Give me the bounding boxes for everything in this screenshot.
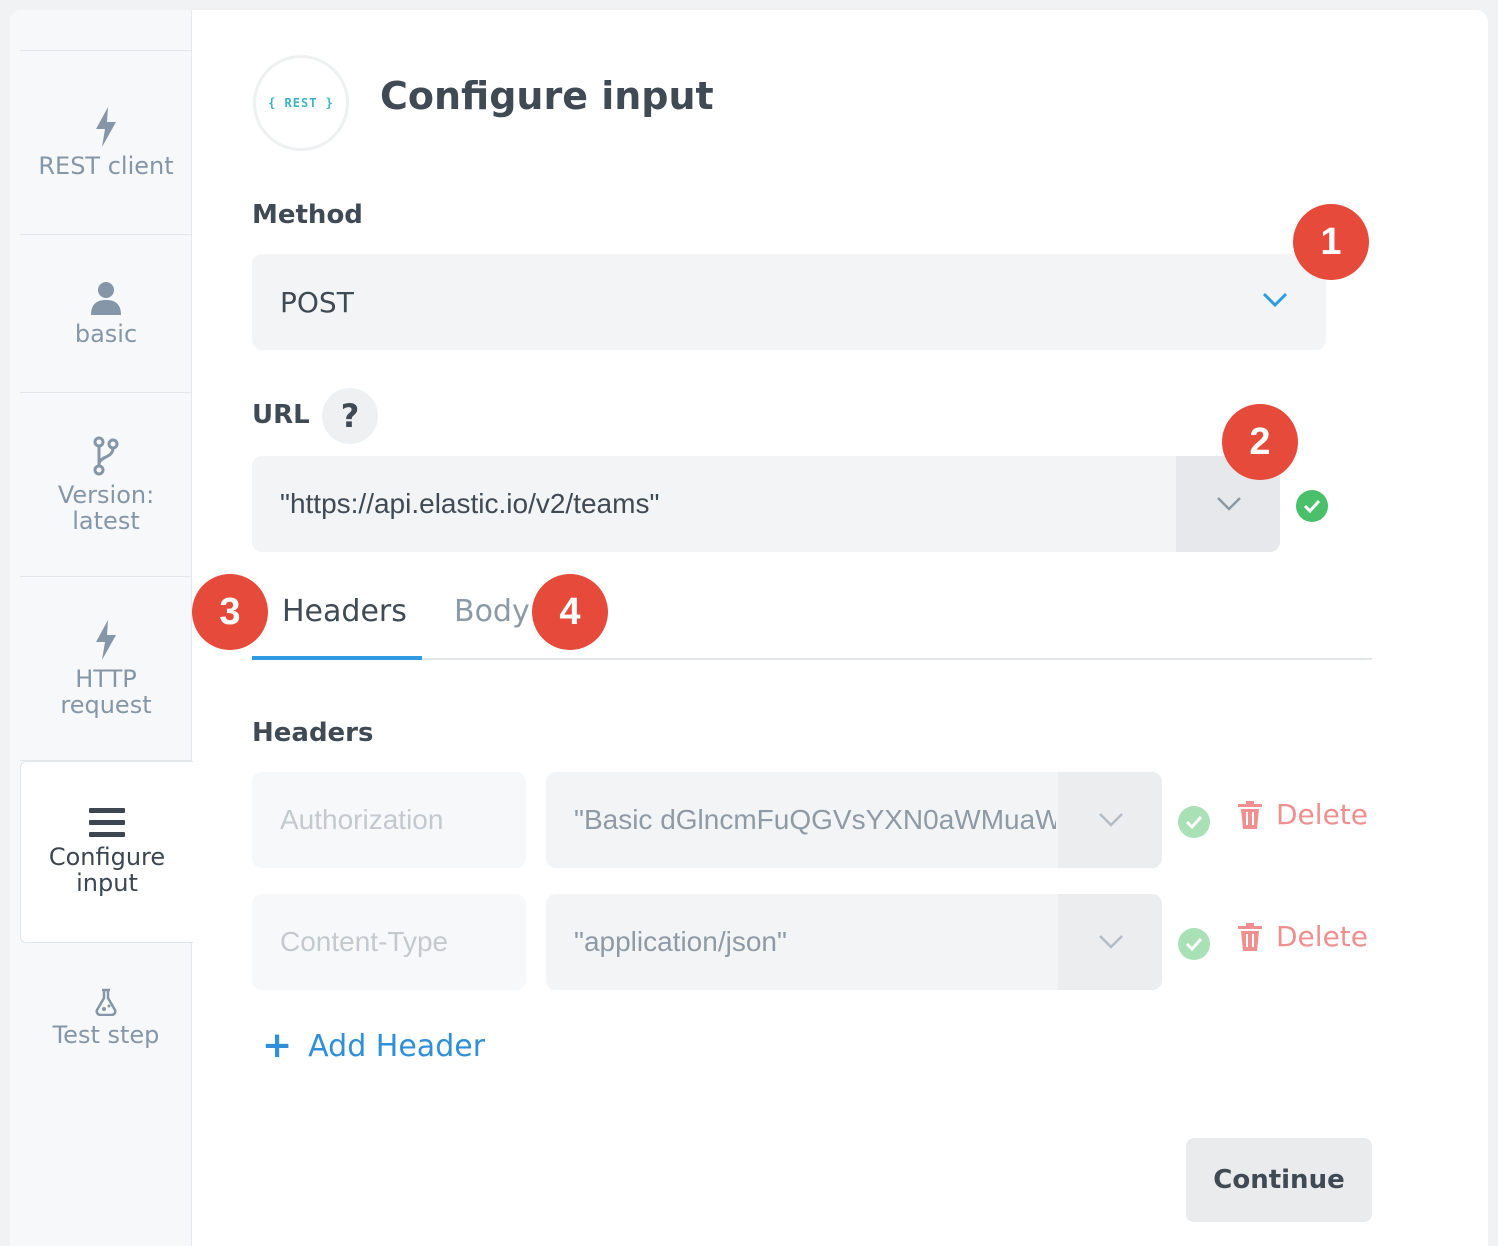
url-value: "https://api.elastic.io/v2/teams" [280,488,660,519]
sidebar-item-label: Version: latest [57,480,155,535]
trash-icon [1238,800,1262,829]
add-header-label: Add Header [308,1028,486,1064]
header-value-input[interactable]: "Basic dGlncmFuQGVsYXN0aWMuaW [546,772,1162,868]
header-key-input[interactable]: Authorization [252,772,526,868]
header-value: "Basic dGlncmFuQGVsYXN0aWMuaW [574,804,1056,835]
header-value-input[interactable]: "application/json" [546,894,1162,990]
plus-icon: + [262,1025,293,1066]
flask-icon [94,988,118,1016]
lightning-icon [94,619,118,660]
sidebar-item-http-request[interactable]: HTTP request [20,577,192,761]
help-button[interactable]: ? [322,388,378,444]
check-icon [1178,928,1210,960]
sidebar-item-label: Test step [52,1021,160,1049]
delete-label: Delete [1276,920,1368,953]
annotation-badge-2: 2 [1222,404,1298,480]
sidebar-item-label: REST client [38,151,174,180]
annotation-badge-1: 1 [1293,204,1369,280]
sidebar-item-test-step[interactable]: Test step [20,943,192,1093]
url-input[interactable]: "https://api.elastic.io/v2/teams" [252,456,1280,552]
sidebar-item-label: basic [74,319,138,348]
continue-button[interactable]: Continue [1186,1138,1372,1222]
user-icon [90,281,122,315]
sidebar-item-version[interactable]: Version: latest [20,393,192,577]
tab-body[interactable]: Body [454,594,530,629]
check-icon [1296,490,1328,522]
method-value: POST [280,285,354,319]
logo-text: { REST } [268,96,334,110]
sidebar-item-basic[interactable]: basic [20,235,192,393]
tab-headers[interactable]: Headers [282,594,407,629]
page-title: Configure input [380,74,714,118]
method-select[interactable]: POST [252,254,1326,350]
header-key-input[interactable]: Content-Type [252,894,526,990]
header-value: "application/json" [574,926,787,957]
check-icon [1178,806,1210,838]
chevron-down-icon [1098,934,1124,954]
annotation-badge-4: 4 [532,574,608,650]
sidebar-item-rest-client[interactable]: REST client [20,51,192,235]
lightning-icon [94,106,118,147]
trash-icon [1238,922,1262,951]
header-value-dropdown-button[interactable] [1058,894,1162,990]
menu-icon [89,808,125,838]
rest-logo: { REST } [253,55,349,151]
annotation-badge-3: 3 [192,574,268,650]
active-tab-indicator [252,656,422,660]
method-label: Method [252,200,363,230]
sidebar: REST client basic Version: latest HTTP r… [10,10,193,1246]
url-label: URL [252,400,310,430]
sidebar-item-configure-input[interactable]: Configure input [20,761,193,943]
sidebar-item-label: HTTP request [60,664,152,719]
chevron-down-icon [1098,812,1124,832]
chevron-down-icon [1216,496,1242,516]
delete-label: Delete [1276,798,1368,831]
chevron-down-icon [1262,292,1288,312]
delete-header-button[interactable]: Delete [1238,798,1368,831]
sidebar-item-label: Configure input [48,843,166,897]
delete-header-button[interactable]: Delete [1238,920,1368,953]
header-value-dropdown-button[interactable] [1058,772,1162,868]
branch-icon [92,436,120,476]
add-header-button[interactable]: + Add Header [262,1028,485,1064]
headers-section-title: Headers [252,718,374,748]
